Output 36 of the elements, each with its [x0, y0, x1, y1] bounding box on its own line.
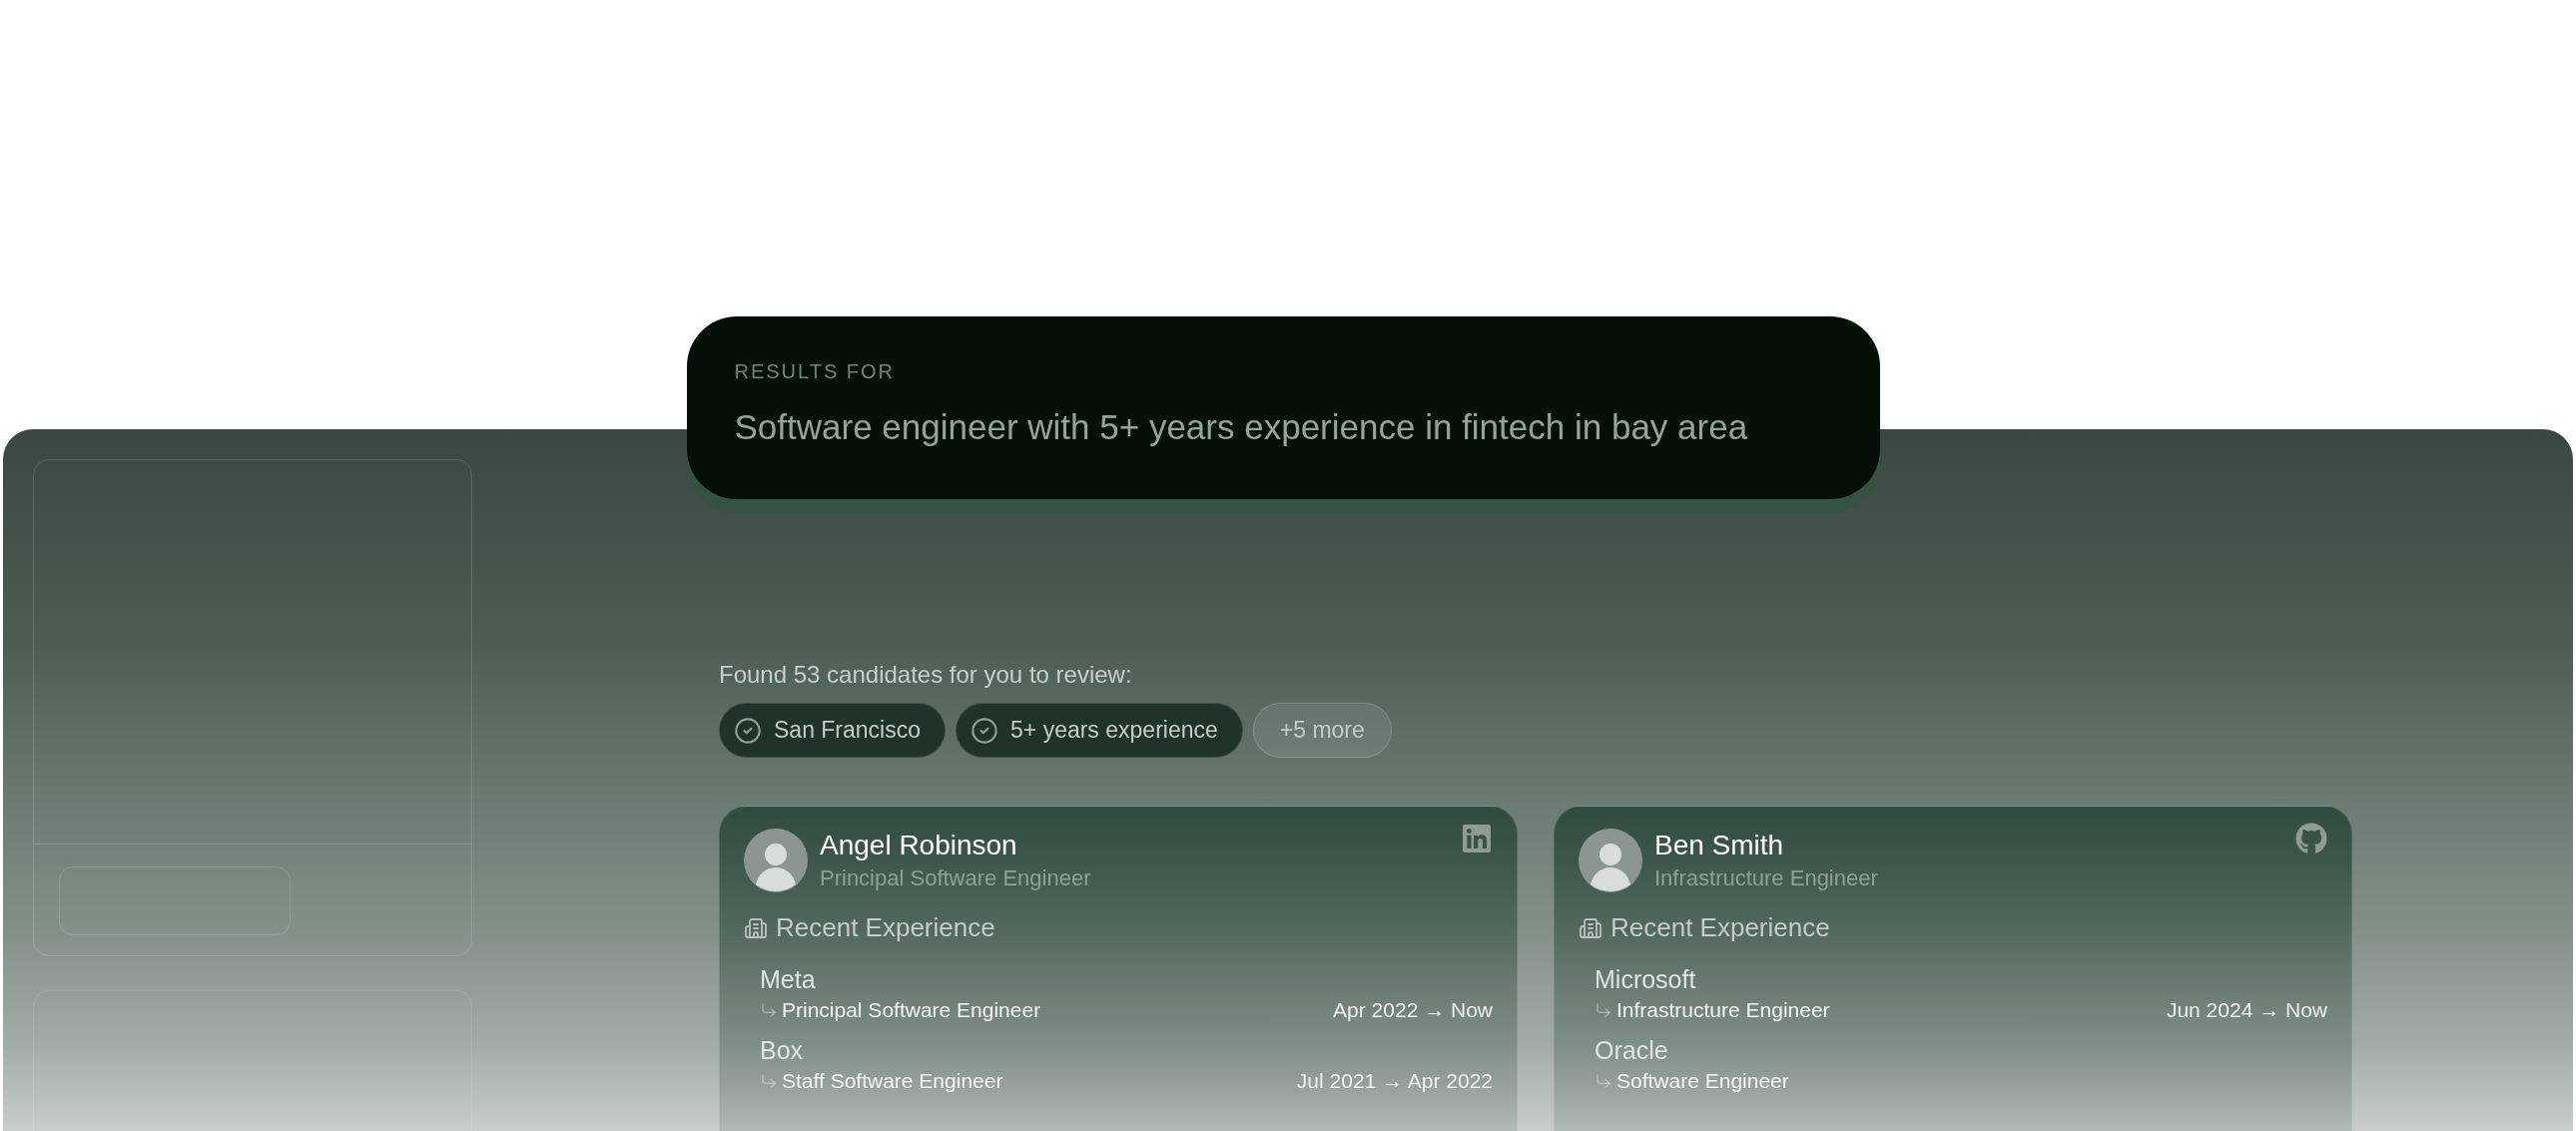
corner-arrow-icon [1595, 1001, 1612, 1019]
results-summary: Found 53 candidates for you to review: [719, 661, 1133, 689]
check-icon [734, 716, 762, 745]
candidate-title: Infrastructure Engineer [1654, 865, 1879, 891]
role-title: Principal Software Engineer [782, 998, 1042, 1022]
candidate-card[interactable]: Angel Robinson Principal Software Engineer Recent Experience Meta Principal Software Engineer Apr 2022 → Now Box Staff Software Engineer Jul 2021 → Apr 2022 [719, 806, 1518, 1131]
role-title: Software Engineer [1616, 1069, 1790, 1093]
results-label: RESULTS FOR [734, 360, 897, 383]
filter-chip[interactable]: San Francisco [719, 703, 946, 758]
check-icon [970, 716, 998, 745]
building-icon [1579, 915, 1603, 940]
company-name: Oracle [1595, 1036, 1669, 1065]
date-range: Apr 2022 → Now [1333, 998, 1493, 1022]
filter-chip[interactable]: 5+ years experience [956, 703, 1243, 758]
linkedin-icon[interactable] [1461, 823, 1493, 854]
corner-arrow-icon [1595, 1072, 1612, 1090]
role-title: Staff Software Engineer [782, 1069, 1004, 1093]
date-range: Jul 2021 → Apr 2022 [1296, 1069, 1493, 1093]
search-query: Software engineer with 5+ years experience in fintech in bay area [734, 407, 1749, 447]
company-name: Box [760, 1036, 805, 1065]
company-name: Meta [760, 965, 817, 994]
section-heading: Recent Experience [776, 912, 995, 943]
avatar-icon [744, 829, 808, 892]
candidate-card[interactable]: Ben Smith Infrastructure Engineer Recent Experience Microsoft Infrastructure Engineer Jun 2024 → Now Oracle Software Engineer [1554, 806, 2352, 1131]
role-title: Infrastructure Engineer [1616, 998, 1831, 1022]
avatar-icon [1579, 829, 1642, 892]
company-name: Microsoft [1595, 965, 1697, 994]
building-icon [744, 915, 768, 940]
date-range: Jun 2024 → Now [2166, 998, 2327, 1022]
candidate-title: Principal Software Engineer [820, 865, 1092, 891]
candidate-name: Angel Robinson [820, 830, 1018, 861]
corner-arrow-icon [760, 1001, 778, 1019]
candidate-name: Ben Smith [1654, 830, 1785, 861]
github-icon[interactable] [2295, 823, 2327, 854]
corner-arrow-icon [760, 1072, 778, 1090]
section-heading: Recent Experience [1610, 912, 1830, 943]
